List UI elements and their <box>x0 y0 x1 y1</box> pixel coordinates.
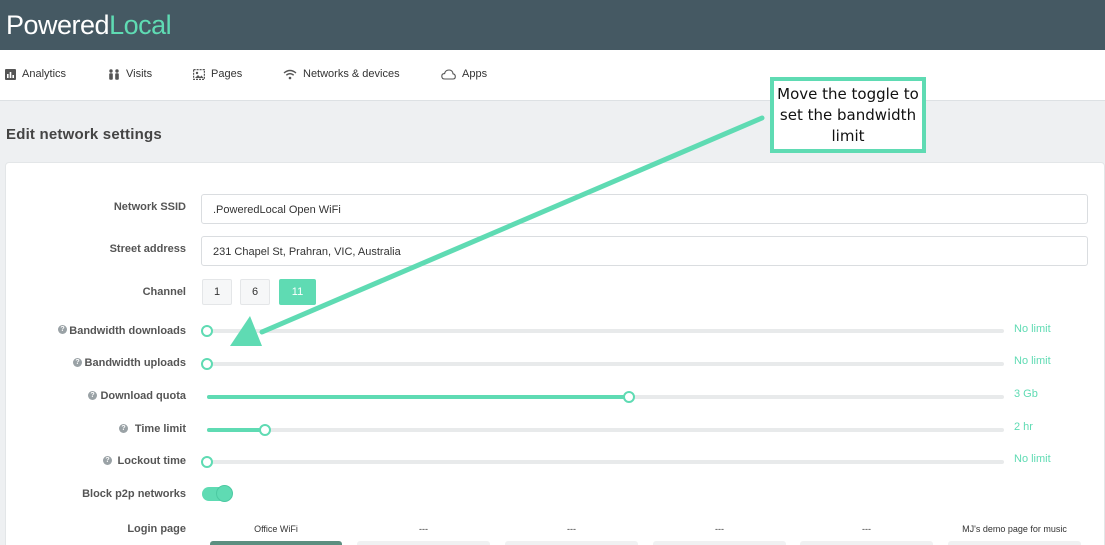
address-input[interactable]: 231 Chapel St, Prahran, VIC, Australia <box>201 236 1088 266</box>
bandwidth-downloads-slider[interactable] <box>201 325 1004 337</box>
slider-handle[interactable] <box>201 358 213 370</box>
time-limit-slider[interactable] <box>207 424 1004 436</box>
ssid-label: Network SSID <box>113 201 186 213</box>
login-page-preview[interactable] <box>800 541 933 545</box>
lockout-time-label: Lockout time <box>117 455 186 467</box>
login-page-preview[interactable] <box>357 541 490 545</box>
address-label: Street address <box>109 243 186 255</box>
login-page-preview[interactable] <box>505 541 638 545</box>
nav-item-analytics[interactable]: Analytics <box>5 68 66 80</box>
nav-item-visits[interactable]: Visits <box>108 68 152 80</box>
help-icon[interactable]: ? <box>73 358 82 367</box>
time-limit-value: 2 hr <box>1014 421 1033 433</box>
bandwidth-downloads-value: No limit <box>1014 323 1051 335</box>
nav-item-pages[interactable]: Pages <box>193 68 242 80</box>
login-page-preview-selected[interactable] <box>210 541 342 545</box>
help-icon[interactable]: ? <box>58 325 67 334</box>
bandwidth-downloads-label: Bandwidth downloads <box>69 325 186 337</box>
block-p2p-label: Block p2p networks <box>82 488 186 500</box>
slider-handle[interactable] <box>201 325 213 337</box>
help-icon[interactable]: ? <box>88 391 97 400</box>
login-page-option[interactable]: --- <box>800 524 933 534</box>
login-page-option[interactable]: MJ's demo page for music <box>948 524 1081 534</box>
image-icon <box>193 68 205 80</box>
bandwidth-uploads-value: No limit <box>1014 355 1051 367</box>
lockout-time-slider[interactable] <box>201 456 1004 468</box>
block-p2p-toggle[interactable] <box>202 485 233 502</box>
lockout-time-value: No limit <box>1014 453 1051 465</box>
login-page-label: Login page <box>127 523 186 535</box>
login-page-option[interactable]: Office WiFi <box>210 524 342 534</box>
wifi-icon <box>283 69 297 80</box>
ssid-input[interactable]: .PoweredLocal Open WiFi <box>201 194 1088 224</box>
main-nav: Analytics Visits Pages Networks & device… <box>0 50 1105 101</box>
channel-option-1[interactable]: 1 <box>202 279 232 305</box>
download-quota-slider[interactable] <box>207 391 1004 403</box>
brand-name-part1: Powered <box>6 10 110 40</box>
channel-label: Channel <box>142 286 186 298</box>
nav-label: Visits <box>126 68 153 80</box>
download-quota-value: 3 Gb <box>1014 388 1038 400</box>
download-quota-label: Download quota <box>100 390 186 402</box>
time-limit-label: Time limit <box>134 423 186 435</box>
brand-logo[interactable]: PoweredLocal <box>6 10 172 41</box>
login-page-option[interactable]: --- <box>653 524 786 534</box>
cloud-icon <box>441 68 456 80</box>
slider-handle[interactable] <box>201 456 213 468</box>
nav-item-apps[interactable]: Apps <box>441 68 487 80</box>
login-page-preview[interactable] <box>653 541 786 545</box>
nav-item-networks[interactable]: Networks & devices <box>283 68 400 80</box>
bandwidth-uploads-label: Bandwidth uploads <box>84 357 186 369</box>
bandwidth-uploads-slider[interactable] <box>201 358 1004 370</box>
toggle-knob <box>216 485 233 502</box>
bar-chart-icon <box>5 68 16 80</box>
login-page-option[interactable]: --- <box>505 524 638 534</box>
help-icon[interactable]: ? <box>103 456 112 465</box>
people-icon <box>108 68 120 80</box>
nav-label: Analytics <box>22 68 67 80</box>
annotation-callout: Move the toggle to set the bandwidth lim… <box>770 77 926 153</box>
channel-option-11[interactable]: 11 <box>279 279 316 305</box>
top-bar: PoweredLocal <box>0 0 1105 50</box>
login-page-preview[interactable] <box>948 541 1081 545</box>
channel-option-6[interactable]: 6 <box>240 279 270 305</box>
nav-label: Apps <box>462 68 488 80</box>
help-icon[interactable]: ? <box>119 424 128 433</box>
nav-label: Pages <box>211 68 243 80</box>
slider-fill <box>207 428 266 432</box>
page-title: Edit network settings <box>6 126 162 143</box>
nav-label: Networks & devices <box>303 68 400 80</box>
login-page-option[interactable]: --- <box>357 524 490 534</box>
brand-name-part2: Local <box>109 10 172 40</box>
slider-fill <box>207 395 630 399</box>
